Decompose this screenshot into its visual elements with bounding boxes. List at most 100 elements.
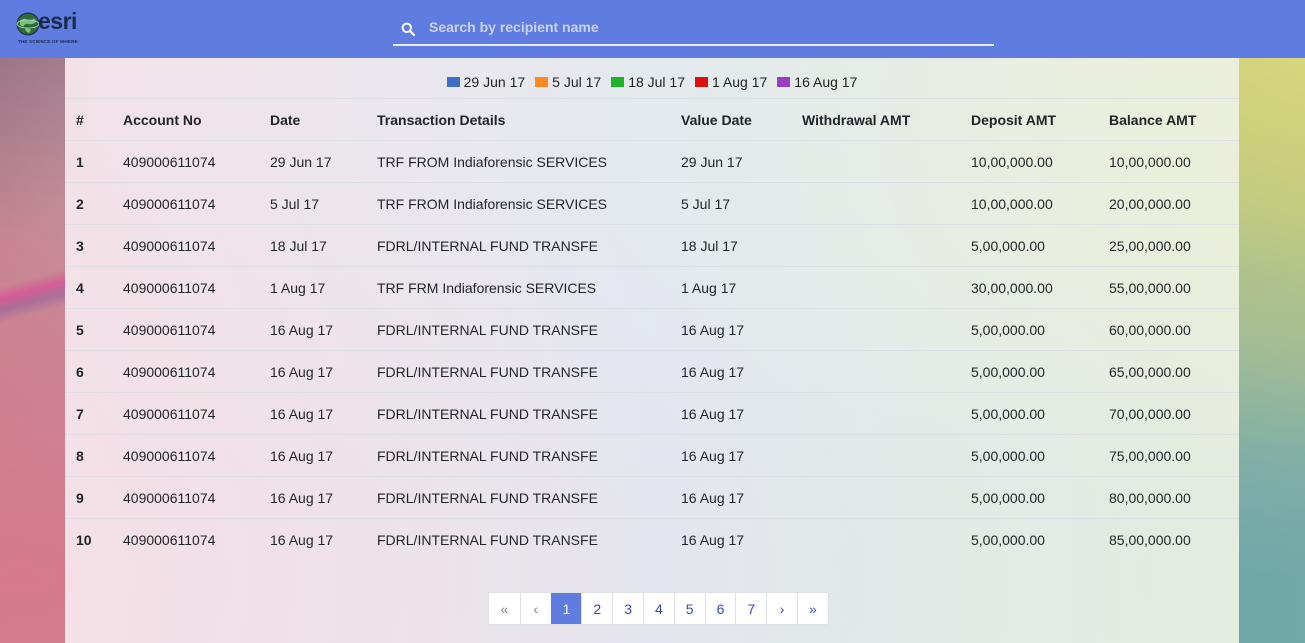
- page-button-7[interactable]: 7: [735, 593, 766, 624]
- table-row[interactable]: 3 409000611074 18 Jul 17 FDRL/INTERNAL FUND…: [65, 224, 1239, 267]
- cell-date: 1 Aug 17: [259, 266, 366, 309]
- legend-label: 18 Jul 17: [628, 74, 686, 90]
- last-page-button[interactable]: »: [796, 593, 828, 624]
- header-balance-amt[interactable]: Balance AMT: [1098, 98, 1239, 141]
- next-page-button[interactable]: ›: [766, 593, 797, 624]
- cell-row-number: 4: [65, 266, 112, 309]
- cell-balance-amt: 70,00,000.00: [1098, 392, 1239, 435]
- legend-item[interactable]: 1 Aug 17: [695, 74, 767, 90]
- header-number[interactable]: #: [65, 98, 112, 141]
- table-row[interactable]: 2 409000611074 5 Jul 17 TRF FROM Indiaforen…: [65, 182, 1239, 225]
- table-row[interactable]: 1 409000611074 29 Jun 17 TRF FROM Indiafore…: [65, 140, 1239, 183]
- cell-withdrawal-amt: [791, 266, 960, 309]
- cell-value-date: 16 Aug 17: [670, 392, 791, 435]
- table-body: 1 409000611074 29 Jun 17 TRF FROM Indiafore…: [65, 140, 1239, 561]
- cell-withdrawal-amt: [791, 434, 960, 477]
- prev-page-button[interactable]: ‹: [519, 593, 551, 624]
- cell-balance-amt: 60,00,000.00: [1098, 308, 1239, 351]
- table-row[interactable]: 5 409000611074 16 Aug 17 FDRL/INTERNAL FUND…: [65, 308, 1239, 351]
- legend-swatch: [446, 77, 460, 87]
- cell-withdrawal-amt: [791, 518, 960, 561]
- cell-deposit-amt: 5,00,000.00: [960, 434, 1098, 477]
- cell-account-no: 409000611074: [112, 518, 259, 561]
- cell-value-date: 29 Jun 17: [670, 140, 791, 183]
- header-withdrawal-amt[interactable]: Withdrawal AMT: [791, 98, 960, 141]
- cell-date: 16 Aug 17: [259, 434, 366, 477]
- header-deposit-amt[interactable]: Deposit AMT: [960, 98, 1098, 141]
- cell-row-number: 1: [65, 140, 112, 183]
- header-date[interactable]: Date: [259, 98, 366, 141]
- table-row[interactable]: 6 409000611074 16 Aug 17 FDRL/INTERNAL FUND…: [65, 350, 1239, 393]
- cell-transaction-details: FDRL/INTERNAL FUND TRANSFE: [366, 308, 670, 351]
- cell-value-date: 16 Aug 17: [670, 350, 791, 393]
- cell-withdrawal-amt: [791, 182, 960, 225]
- cell-account-no: 409000611074: [112, 350, 259, 393]
- cell-row-number: 7: [65, 392, 112, 435]
- legend-label: 29 Jun 17: [463, 74, 526, 90]
- first-page-button[interactable]: «: [489, 593, 520, 624]
- header-account-no[interactable]: Account No: [112, 98, 259, 141]
- page-button-5[interactable]: 5: [673, 593, 705, 624]
- header-transaction-details[interactable]: Transaction Details: [366, 98, 670, 141]
- globe-icon: [16, 12, 40, 36]
- table-row[interactable]: 10 409000611074 16 Aug 17 FDRL/INTERNAL FUN…: [65, 518, 1239, 561]
- header-value-date[interactable]: Value Date: [670, 98, 791, 141]
- page-button-3[interactable]: 3: [612, 593, 643, 624]
- cell-account-no: 409000611074: [112, 140, 259, 183]
- search-icon[interactable]: [401, 22, 415, 36]
- cell-balance-amt: 75,00,000.00: [1098, 434, 1239, 477]
- esri-logo[interactable]: esri THE SCIENCE OF WHERE: [16, 8, 88, 46]
- page-button-1[interactable]: 1: [550, 593, 582, 624]
- cell-withdrawal-amt: [791, 140, 960, 183]
- table-row[interactable]: 8 409000611074 16 Aug 17 FDRL/INTERNAL FUND…: [65, 434, 1239, 477]
- legend-label: 1 Aug 17: [712, 74, 768, 90]
- search-bar: [393, 10, 994, 46]
- cell-transaction-details: TRF FROM Indiaforensic SERVICES: [366, 140, 670, 183]
- cell-deposit-amt: 30,00,000.00: [960, 266, 1098, 309]
- legend-item[interactable]: 29 Jun 17: [446, 74, 526, 90]
- cell-balance-amt: 85,00,000.00: [1098, 518, 1239, 561]
- cell-deposit-amt: 5,00,000.00: [960, 308, 1098, 351]
- page-button-4[interactable]: 4: [642, 593, 674, 624]
- cell-deposit-amt: 10,00,000.00: [960, 182, 1098, 225]
- cell-balance-amt: 65,00,000.00: [1098, 350, 1239, 393]
- cell-deposit-amt: 5,00,000.00: [960, 350, 1098, 393]
- cell-value-date: 16 Aug 17: [670, 518, 791, 561]
- transactions-panel: 29 Jun 17 5 Jul 17 18 Jul 17 1 Aug 17 16 Aug…: [65, 58, 1239, 643]
- legend-item[interactable]: 5 Jul 17: [535, 74, 601, 90]
- cell-account-no: 409000611074: [112, 392, 259, 435]
- logo-tagline: THE SCIENCE OF WHERE: [18, 39, 78, 44]
- cell-transaction-details: FDRL/INTERNAL FUND TRANSFE: [366, 518, 670, 561]
- legend-item[interactable]: 18 Jul 17: [611, 74, 685, 90]
- cell-row-number: 6: [65, 350, 112, 393]
- cell-row-number: 2: [65, 182, 112, 225]
- page-button-2[interactable]: 2: [581, 593, 612, 624]
- cell-transaction-details: FDRL/INTERNAL FUND TRANSFE: [366, 350, 670, 393]
- search-input[interactable]: [429, 14, 989, 40]
- cell-transaction-details: FDRL/INTERNAL FUND TRANSFE: [366, 224, 670, 267]
- cell-date: 18 Jul 17: [259, 224, 366, 267]
- cell-transaction-details: TRF FROM Indiaforensic SERVICES: [366, 182, 670, 225]
- legend-swatch: [535, 77, 549, 87]
- cell-row-number: 5: [65, 308, 112, 351]
- cell-withdrawal-amt: [791, 476, 960, 519]
- cell-date: 16 Aug 17: [259, 392, 366, 435]
- table-row[interactable]: 7 409000611074 16 Aug 17 FDRL/INTERNAL FUND…: [65, 392, 1239, 435]
- cell-value-date: 16 Aug 17: [670, 476, 791, 519]
- cell-account-no: 409000611074: [112, 308, 259, 351]
- cell-withdrawal-amt: [791, 224, 960, 267]
- page-button-6[interactable]: 6: [704, 593, 736, 624]
- cell-date: 16 Aug 17: [259, 518, 366, 561]
- transactions-table: # Account No Date Transaction Details Va…: [65, 98, 1239, 561]
- table-row[interactable]: 9 409000611074 16 Aug 17 FDRL/INTERNAL FUND…: [65, 476, 1239, 519]
- pagination: « ‹ 1 2 3 4 5 6 7 › »: [488, 592, 829, 625]
- legend-item[interactable]: 16 Aug 17: [777, 74, 857, 90]
- cell-date: 16 Aug 17: [259, 476, 366, 519]
- cell-row-number: 10: [65, 518, 112, 561]
- cell-withdrawal-amt: [791, 392, 960, 435]
- background-decoration-left: [0, 58, 65, 643]
- cell-balance-amt: 80,00,000.00: [1098, 476, 1239, 519]
- cell-balance-amt: 25,00,000.00: [1098, 224, 1239, 267]
- table-row[interactable]: 4 409000611074 1 Aug 17 TRF FRM Indiaforens…: [65, 266, 1239, 309]
- cell-account-no: 409000611074: [112, 476, 259, 519]
